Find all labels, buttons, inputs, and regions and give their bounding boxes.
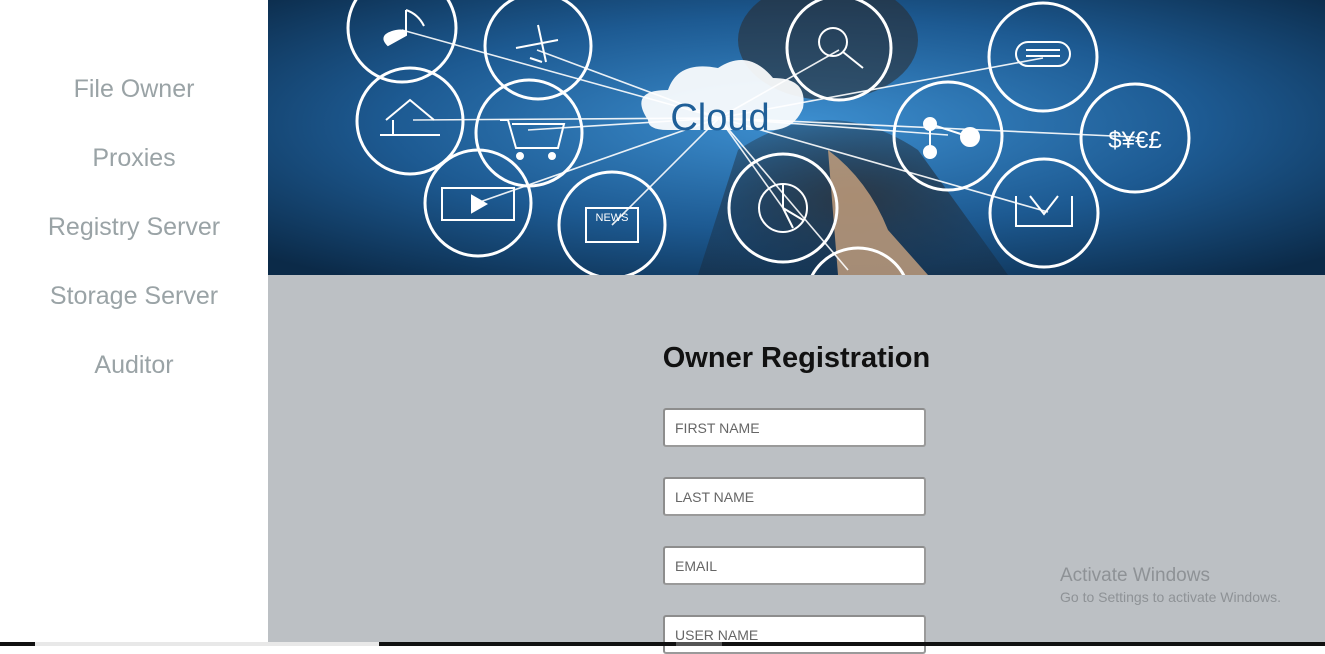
activate-windows-watermark: Activate Windows Go to Settings to activ… <box>1060 565 1281 607</box>
taskbar-highlight <box>35 642 379 646</box>
taskbar <box>0 642 1325 646</box>
currency-label: $¥€£ <box>1108 127 1161 154</box>
watermark-title: Activate Windows <box>1060 565 1210 586</box>
cloud-banner-image: Cloud NEWS $¥€£ <box>268 0 1325 275</box>
nav-item-file-owner[interactable]: File Owner <box>0 74 268 104</box>
watermark-subtitle: Go to Settings to activate Windows. <box>1060 589 1281 605</box>
email-field[interactable] <box>663 546 926 585</box>
cloud-label: Cloud <box>670 97 769 139</box>
last-name-field[interactable] <box>663 477 926 516</box>
page-title: Owner Registration <box>662 342 931 374</box>
sidebar-nav: File Owner Proxies Registry Server Stora… <box>0 0 268 646</box>
nav-item-storage-server[interactable]: Storage Server <box>0 281 268 311</box>
taskbar-item[interactable] <box>676 642 722 646</box>
nav-item-proxies[interactable]: Proxies <box>0 143 268 173</box>
registration-panel: Owner Registration Activate Windows Go t… <box>268 275 1325 654</box>
nav-item-auditor[interactable]: Auditor <box>0 350 268 380</box>
username-field[interactable] <box>663 615 926 654</box>
news-label: NEWS <box>596 212 629 224</box>
nav-item-registry-server[interactable]: Registry Server <box>0 212 268 242</box>
first-name-field[interactable] <box>663 408 926 447</box>
